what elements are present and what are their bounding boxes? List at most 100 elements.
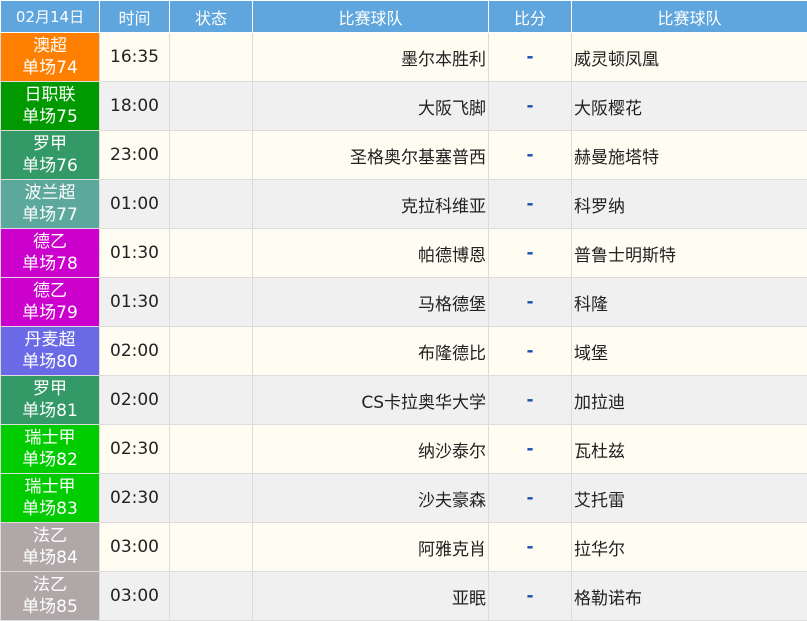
match-row[interactable]: 罗甲单场8102:00CS卡拉奥华大学-加拉迪 [1, 376, 807, 425]
header-score: 比分 [489, 1, 572, 33]
match-score[interactable]: - [489, 131, 572, 180]
away-team[interactable]: 科罗纳 [572, 180, 807, 229]
league-badge[interactable]: 澳超单场74 [1, 33, 100, 82]
league-name: 罗甲 [1, 133, 99, 155]
match-row[interactable]: 波兰超单场7701:00克拉科维亚-科罗纳 [1, 180, 807, 229]
match-schedule-table: 02月14日 时间 状态 比赛球队 比分 比赛球队 澳超单场7416:35墨尔本… [0, 0, 807, 621]
match-time: 01:30 [100, 229, 170, 278]
away-team[interactable]: 域堡 [572, 327, 807, 376]
match-status [170, 327, 253, 376]
away-team[interactable]: 威灵顿凤凰 [572, 33, 807, 82]
match-score[interactable]: - [489, 278, 572, 327]
match-number: 单场74 [1, 57, 99, 79]
match-score[interactable]: - [489, 82, 572, 131]
home-team[interactable]: 圣格奥尔基塞普西 [253, 131, 489, 180]
away-team[interactable]: 大阪樱花 [572, 82, 807, 131]
match-status [170, 572, 253, 621]
match-status [170, 425, 253, 474]
league-name: 瑞士甲 [1, 427, 99, 449]
home-team[interactable]: 大阪飞脚 [253, 82, 489, 131]
match-score[interactable]: - [489, 33, 572, 82]
league-badge[interactable]: 罗甲单场76 [1, 131, 100, 180]
away-team[interactable]: 艾托雷 [572, 474, 807, 523]
match-time: 03:00 [100, 523, 170, 572]
match-row[interactable]: 瑞士甲单场8302:30沙夫豪森-艾托雷 [1, 474, 807, 523]
match-time: 23:00 [100, 131, 170, 180]
away-team[interactable]: 格勒诺布 [572, 572, 807, 621]
away-team[interactable]: 赫曼施塔特 [572, 131, 807, 180]
league-name: 法乙 [1, 525, 99, 547]
match-score[interactable]: - [489, 229, 572, 278]
league-badge[interactable]: 丹麦超单场80 [1, 327, 100, 376]
header-row: 02月14日 时间 状态 比赛球队 比分 比赛球队 [1, 1, 807, 33]
home-team[interactable]: 克拉科维亚 [253, 180, 489, 229]
match-row[interactable]: 德乙单场7801:30 帕德博恩-普鲁士明斯特 [1, 229, 807, 278]
league-name: 丹麦超 [1, 329, 99, 351]
match-score[interactable]: - [489, 523, 572, 572]
home-team[interactable]: 墨尔本胜利 [253, 33, 489, 82]
match-number: 单场84 [1, 547, 99, 569]
league-badge[interactable]: 德乙单场79 [1, 278, 100, 327]
league-badge[interactable]: 日职联单场75 [1, 82, 100, 131]
match-score[interactable]: - [489, 376, 572, 425]
match-score[interactable]: - [489, 425, 572, 474]
match-row[interactable]: 罗甲单场7623:00 圣格奥尔基塞普西-赫曼施塔特 [1, 131, 807, 180]
away-team[interactable]: 加拉迪 [572, 376, 807, 425]
league-badge[interactable]: 法乙单场84 [1, 523, 100, 572]
match-number: 单场75 [1, 106, 99, 128]
match-status [170, 131, 253, 180]
league-badge[interactable]: 波兰超单场77 [1, 180, 100, 229]
match-number: 单场83 [1, 498, 99, 520]
match-row[interactable]: 法乙单场8503:00 亚眠-格勒诺布 [1, 572, 807, 621]
league-badge[interactable]: 法乙单场85 [1, 572, 100, 621]
match-time: 01:30 [100, 278, 170, 327]
match-number: 单场76 [1, 155, 99, 177]
away-team[interactable]: 科隆 [572, 278, 807, 327]
match-number: 单场85 [1, 596, 99, 618]
match-status [170, 474, 253, 523]
match-row[interactable]: 法乙单场8403:00 阿雅克肖-拉华尔 [1, 523, 807, 572]
match-row[interactable]: 德乙单场7901:30 马格德堡-科隆 [1, 278, 807, 327]
header-home-team: 比赛球队 [253, 1, 489, 33]
home-team[interactable]: 纳沙泰尔 [253, 425, 489, 474]
home-team[interactable]: 帕德博恩 [253, 229, 489, 278]
home-team[interactable]: CS卡拉奥华大学 [253, 376, 489, 425]
match-time: 02:30 [100, 425, 170, 474]
match-row[interactable]: 澳超单场7416:35墨尔本胜利-威灵顿凤凰 [1, 33, 807, 82]
home-team[interactable]: 亚眠 [253, 572, 489, 621]
league-badge[interactable]: 罗甲单场81 [1, 376, 100, 425]
match-score[interactable]: - [489, 572, 572, 621]
match-row[interactable]: 瑞士甲单场8202:30 纳沙泰尔-瓦杜兹 [1, 425, 807, 474]
match-rows: 澳超单场7416:35墨尔本胜利-威灵顿凤凰日职联单场7518:00大阪飞脚-大… [1, 33, 807, 621]
league-badge[interactable]: 瑞士甲单场83 [1, 474, 100, 523]
match-score[interactable]: - [489, 474, 572, 523]
match-number: 单场80 [1, 351, 99, 373]
home-team[interactable]: 沙夫豪森 [253, 474, 489, 523]
away-team[interactable]: 拉华尔 [572, 523, 807, 572]
away-team[interactable]: 普鲁士明斯特 [572, 229, 807, 278]
match-score[interactable]: - [489, 327, 572, 376]
league-badge[interactable]: 瑞士甲单场82 [1, 425, 100, 474]
match-time: 02:00 [100, 327, 170, 376]
league-badge[interactable]: 德乙单场78 [1, 229, 100, 278]
match-score[interactable]: - [489, 180, 572, 229]
match-status [170, 180, 253, 229]
league-name: 澳超 [1, 35, 99, 57]
match-number: 单场78 [1, 253, 99, 275]
match-status [170, 376, 253, 425]
away-team[interactable]: 瓦杜兹 [572, 425, 807, 474]
match-row[interactable]: 日职联单场7518:00 大阪飞脚-大阪樱花 [1, 82, 807, 131]
table-header: 02月14日 时间 状态 比赛球队 比分 比赛球队 [1, 1, 807, 33]
match-row[interactable]: 丹麦超单场8002:00 布隆德比-域堡 [1, 327, 807, 376]
home-team[interactable]: 阿雅克肖 [253, 523, 489, 572]
header-date: 02月14日 [1, 1, 100, 33]
league-name: 法乙 [1, 574, 99, 596]
header-time: 时间 [100, 1, 170, 33]
home-team[interactable]: 马格德堡 [253, 278, 489, 327]
match-status [170, 278, 253, 327]
match-time: 03:00 [100, 572, 170, 621]
match-status [170, 82, 253, 131]
match-time: 18:00 [100, 82, 170, 131]
match-status [170, 33, 253, 82]
home-team[interactable]: 布隆德比 [253, 327, 489, 376]
